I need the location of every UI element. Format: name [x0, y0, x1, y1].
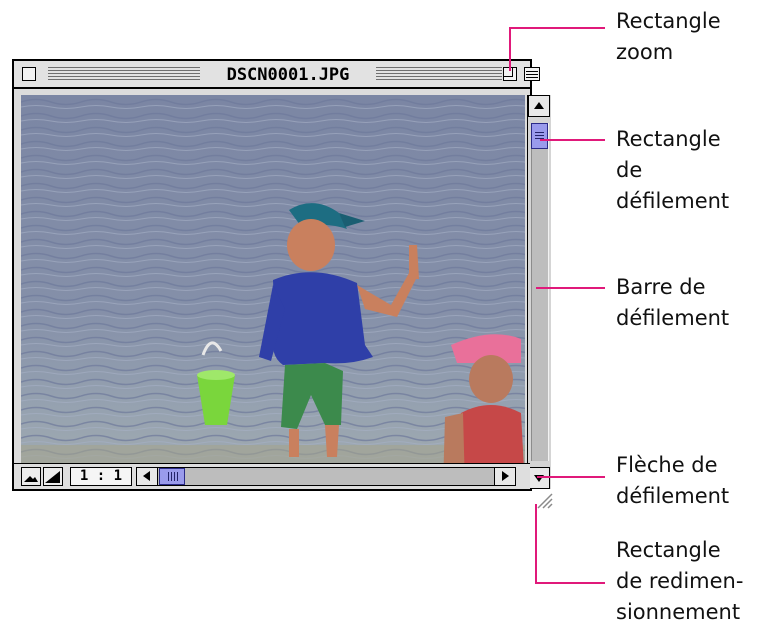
arrow-left-icon[interactable] [137, 468, 158, 485]
arrow-down-icon[interactable] [528, 467, 550, 489]
arrow-right-icon[interactable] [494, 468, 515, 485]
collapse-box-icon[interactable] [524, 67, 540, 81]
callout-line-scroll-arrow [537, 476, 605, 478]
arrow-up-icon[interactable] [528, 95, 550, 117]
annotation-zoom: Rectangle zoom [616, 9, 721, 64]
annotation-scroll-bar: Barre de défilement [616, 275, 730, 330]
vertical-scrollbar[interactable] [527, 95, 551, 489]
annotation-scroll-arrow: Flèche de défilement [616, 453, 730, 508]
zoom-level-display[interactable]: 1 : 1 [70, 467, 132, 486]
title-bar-stripes-right [376, 67, 502, 81]
mountain-large-icon[interactable] [43, 467, 63, 486]
mountain-small-icon[interactable] [21, 467, 41, 486]
callout-line-scroll-box [540, 139, 605, 141]
title-bar-stripes-left [48, 67, 200, 81]
callout-line-zoom [509, 27, 511, 71]
image-window: DSCN0001.JPG 1: 1 [12, 59, 551, 491]
vertical-scroll-track[interactable] [531, 123, 549, 461]
resize-grip-icon[interactable] [534, 490, 554, 510]
callout-line-zoom-h [509, 27, 605, 29]
annotation-resize: Rectangle de redimen- sionnement [616, 538, 744, 624]
photo-view [21, 95, 525, 488]
horizontal-scrollbar[interactable] [136, 467, 516, 486]
annotation-scroll-box: Rectangle de défilement [616, 127, 730, 213]
horizontal-scroll-thumb[interactable] [159, 468, 185, 485]
vertical-scroll-thumb[interactable] [531, 123, 548, 149]
callout-line-scroll-bar [536, 287, 605, 289]
close-box-icon[interactable] [22, 67, 36, 81]
bottom-control-bar: 1 : 1 [14, 463, 530, 489]
callout-line-resize-h [535, 582, 605, 584]
callout-line-resize [535, 504, 537, 584]
title-bar[interactable]: DSCN0001.JPG [14, 61, 540, 89]
window-title: DSCN0001.JPG [200, 64, 376, 86]
beach-photo [21, 95, 525, 488]
